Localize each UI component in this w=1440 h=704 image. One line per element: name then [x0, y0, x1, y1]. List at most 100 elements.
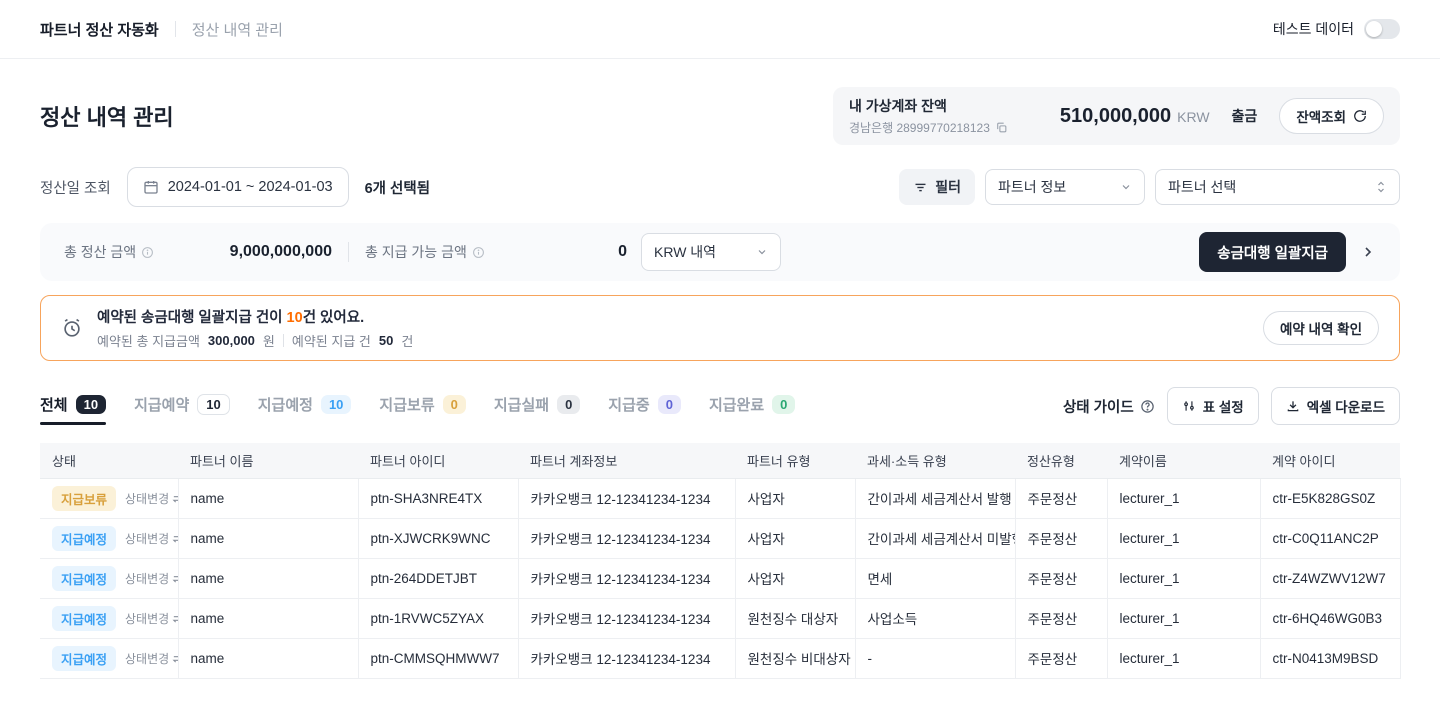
cell-tax-type: 면세: [855, 558, 1015, 598]
status-change-button[interactable]: 상태변경: [125, 650, 178, 667]
tab-payment-scheduled[interactable]: 지급예정 10: [258, 394, 352, 425]
filter-button-label: 필터: [935, 177, 961, 197]
status-change-button[interactable]: 상태변경: [125, 610, 178, 627]
table-row[interactable]: 지급예정 상태변경 name ptn-XJWCRK9WNC 카카오뱅크 12-1…: [40, 518, 1400, 558]
cell-partner-type: 사업자: [735, 518, 855, 558]
cell-settlement-type: 주문정산: [1015, 518, 1107, 558]
date-range-input[interactable]: 2024-01-01 ~ 2024-01-03: [127, 167, 349, 207]
cell-settlement-type: 주문정산: [1015, 478, 1107, 518]
balance-refresh-button[interactable]: 잔액조회: [1279, 98, 1384, 134]
table-row[interactable]: 지급예정 상태변경 name ptn-1RVWC5ZYAX 카카오뱅크 12-1…: [40, 598, 1400, 638]
status-badge: 지급예정: [52, 606, 116, 631]
cell-account: 카카오뱅크 12-12341234-1234: [518, 558, 735, 598]
sliders-icon: [1182, 399, 1196, 413]
status-badge: 지급예정: [52, 566, 116, 591]
excel-download-button[interactable]: 엑셀 다운로드: [1271, 387, 1400, 425]
balance-amount: 510,000,000: [1060, 105, 1171, 128]
tab-payment-complete[interactable]: 지급완료 0: [709, 394, 795, 425]
info-icon[interactable]: [141, 246, 154, 259]
table-row[interactable]: 지급예정 상태변경 name ptn-CMMSQHMWW7 카카오뱅크 12-1…: [40, 638, 1400, 678]
col-header-partner-type: 파트너 유형: [735, 443, 855, 478]
tab-payment-in-progress[interactable]: 지급중 0: [608, 394, 681, 425]
cell-contract-name: lecturer_1: [1107, 598, 1260, 638]
question-circle-icon: [1140, 399, 1155, 414]
tab-all[interactable]: 전체 10: [40, 394, 106, 425]
cell-contract-name: lecturer_1: [1107, 638, 1260, 678]
status-badge: 지급예정: [52, 646, 116, 671]
balance-currency: KRW: [1177, 109, 1209, 125]
table-header-row: 상태 파트너 이름 파트너 아이디 파트너 계좌정보 파트너 유형 과세·소득 …: [40, 443, 1400, 478]
cell-settlement-type: 주문정산: [1015, 638, 1107, 678]
swap-arrows-icon: [172, 533, 178, 544]
copy-icon[interactable]: [995, 121, 1008, 134]
cell-account: 카카오뱅크 12-12341234-1234: [518, 478, 735, 518]
status-badge: 지급보류: [52, 486, 116, 511]
tab-count-badge: 10: [197, 394, 229, 415]
cell-partner-type: 사업자: [735, 558, 855, 598]
status-tabs: 전체 10 지급예약 10 지급예정 10 지급보류 0 지급실패 0 지급중 …: [40, 394, 795, 425]
partner-info-dropdown[interactable]: 파트너 정보: [985, 169, 1145, 205]
swap-arrows-icon: [172, 653, 178, 664]
currency-detail-dropdown[interactable]: KRW 내역: [641, 233, 781, 271]
cell-contract-id: ctr-N0413M9BSD: [1260, 638, 1400, 678]
breadcrumb[interactable]: 정산 내역 관리: [192, 19, 283, 40]
cell-contract-id: ctr-Z4WZWV12W7: [1260, 558, 1400, 598]
cell-account: 카카오뱅크 12-12341234-1234: [518, 638, 735, 678]
cell-partner-name: name: [178, 478, 358, 518]
scheduled-amount-unit: 원: [263, 331, 275, 350]
cell-partner-id: ptn-CMMSQHMWW7: [358, 638, 518, 678]
filter-button[interactable]: 필터: [899, 169, 975, 205]
status-guide-link[interactable]: 상태 가이드: [1063, 396, 1155, 417]
withdraw-button[interactable]: 출금: [1232, 106, 1258, 126]
status-change-button[interactable]: 상태변경: [125, 570, 178, 587]
col-header-tax-type: 과세·소득 유형: [855, 443, 1015, 478]
cell-contract-name: lecturer_1: [1107, 518, 1260, 558]
tab-count-badge: 0: [658, 395, 681, 414]
cell-partner-name: name: [178, 558, 358, 598]
cell-tax-type: 사업소득: [855, 598, 1015, 638]
alarm-clock-icon: [61, 317, 83, 339]
test-data-toggle[interactable]: [1364, 19, 1400, 39]
tab-count-badge: 0: [557, 395, 580, 414]
tab-payment-failed[interactable]: 지급실패 0: [494, 394, 580, 425]
tab-count-badge: 0: [443, 395, 466, 414]
virtual-account-balance-card: 내 가상계좌 잔액 경남은행 28999770218123 510,000,00…: [833, 87, 1400, 145]
status-change-button[interactable]: 상태변경: [125, 490, 178, 507]
scheduled-payment-banner: 예약된 송금대행 일괄지급 건이 10건 있어요. 예약된 총 지급금액 300…: [40, 295, 1400, 361]
tab-count-badge: 10: [321, 395, 351, 414]
cell-partner-type: 원천징수 대상자: [735, 598, 855, 638]
tab-payment-hold[interactable]: 지급보류 0: [379, 394, 465, 425]
filter-icon: [913, 180, 928, 195]
divider: [348, 242, 349, 262]
reservation-detail-button[interactable]: 예약 내역 확인: [1263, 311, 1379, 345]
cell-settlement-type: 주문정산: [1015, 558, 1107, 598]
table-row[interactable]: 지급예정 상태변경 name ptn-264DDETJBT 카카오뱅크 12-1…: [40, 558, 1400, 598]
download-icon: [1286, 399, 1300, 413]
swap-arrows-icon: [172, 613, 178, 624]
bulk-pay-button[interactable]: 송금대행 일괄지급: [1199, 232, 1346, 272]
table-row[interactable]: 지급보류 상태변경 name ptn-SHA3NRE4TX 카카오뱅크 12-1…: [40, 478, 1400, 518]
app-title: 파트너 정산 자동화: [40, 19, 159, 40]
tab-payment-reserved[interactable]: 지급예약 10: [134, 394, 230, 425]
selected-count: 6개 선택됨: [365, 177, 430, 198]
cell-tax-type: -: [855, 638, 1015, 678]
tab-count-badge: 10: [76, 395, 106, 414]
status-badge: 지급예정: [52, 526, 116, 551]
scheduled-count-value: 50: [379, 333, 393, 348]
col-header-contract-id: 계약 아이디: [1260, 443, 1400, 478]
bank-account-number: 경남은행 28999770218123: [849, 119, 990, 136]
cell-contract-name: lecturer_1: [1107, 558, 1260, 598]
chevron-right-icon[interactable]: [1360, 244, 1376, 260]
cell-contract-id: ctr-E5K828GS0Z: [1260, 478, 1400, 518]
calendar-icon: [143, 179, 159, 195]
cell-partner-type: 사업자: [735, 478, 855, 518]
banner-count: 10: [287, 310, 303, 326]
chevron-down-icon: [756, 246, 768, 258]
refresh-icon: [1353, 109, 1367, 123]
total-settlement-label: 총 정산 금액: [64, 242, 136, 262]
info-icon[interactable]: [472, 246, 485, 259]
cell-partner-name: name: [178, 598, 358, 638]
status-change-button[interactable]: 상태변경: [125, 530, 178, 547]
table-settings-button[interactable]: 표 설정: [1167, 387, 1259, 425]
partner-select[interactable]: 파트너 선택: [1155, 169, 1400, 205]
